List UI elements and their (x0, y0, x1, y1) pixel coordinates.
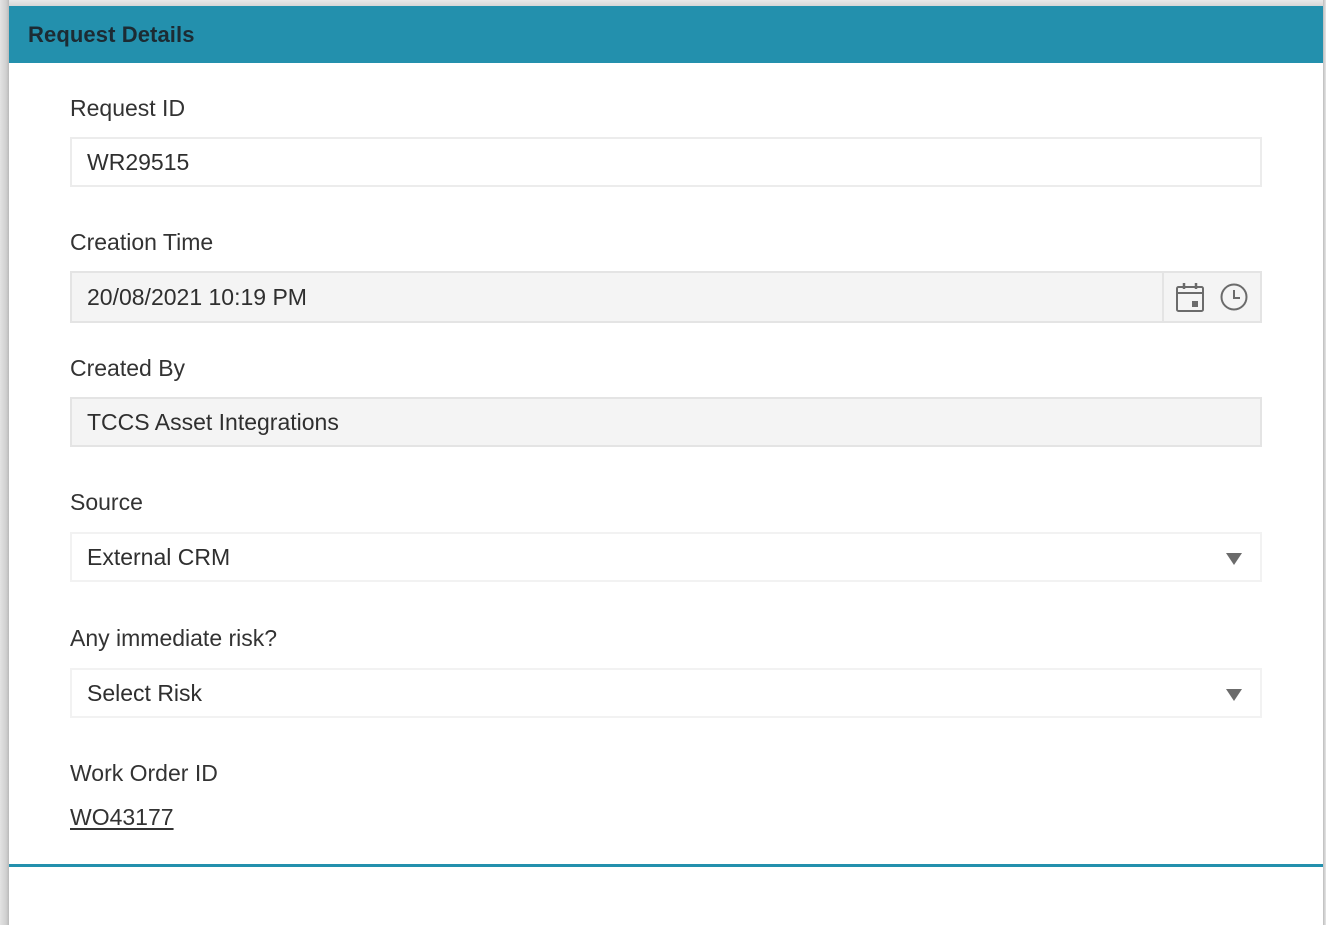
source-label: Source (70, 489, 143, 515)
request-details-panel: Request Details Request ID WR29515 Creat… (9, 6, 1323, 925)
created-by-value: TCCS Asset Integrations (87, 408, 339, 435)
panel-header: Request Details (9, 6, 1323, 63)
request-id-value: WR29515 (87, 148, 190, 175)
created-by-field: TCCS Asset Integrations (70, 397, 1262, 447)
request-id-label: Request ID (70, 95, 186, 121)
calendar-icon[interactable] (1175, 281, 1205, 313)
panel-title: Request Details (28, 21, 195, 47)
source-value: External CRM (87, 543, 231, 570)
immediate-risk-value: Select Risk (87, 679, 203, 706)
datetime-picker-addon (1162, 273, 1260, 321)
creation-time-field[interactable]: 20/08/2021 10:19 PM (70, 271, 1262, 323)
creation-time-value: 20/08/2021 10:19 PM (87, 283, 307, 310)
left-shadow (0, 0, 9, 925)
source-select[interactable]: External CRM (70, 532, 1262, 582)
created-by-label: Created By (70, 355, 186, 381)
work-order-id-link[interactable]: WO43177 (70, 804, 174, 831)
risk-chevron-down-icon[interactable] (1226, 689, 1242, 701)
immediate-risk-select[interactable]: Select Risk (70, 668, 1262, 718)
work-order-id-label: Work Order ID (70, 760, 218, 786)
source-chevron-down-icon[interactable] (1226, 553, 1242, 565)
creation-time-label: Creation Time (70, 229, 214, 255)
immediate-risk-label: Any immediate risk? (70, 625, 278, 651)
request-id-field[interactable]: WR29515 (70, 137, 1262, 187)
panel-bottom-divider (9, 864, 1323, 867)
page: Request Details Request ID WR29515 Creat… (0, 0, 1326, 925)
clock-icon[interactable] (1219, 282, 1249, 312)
